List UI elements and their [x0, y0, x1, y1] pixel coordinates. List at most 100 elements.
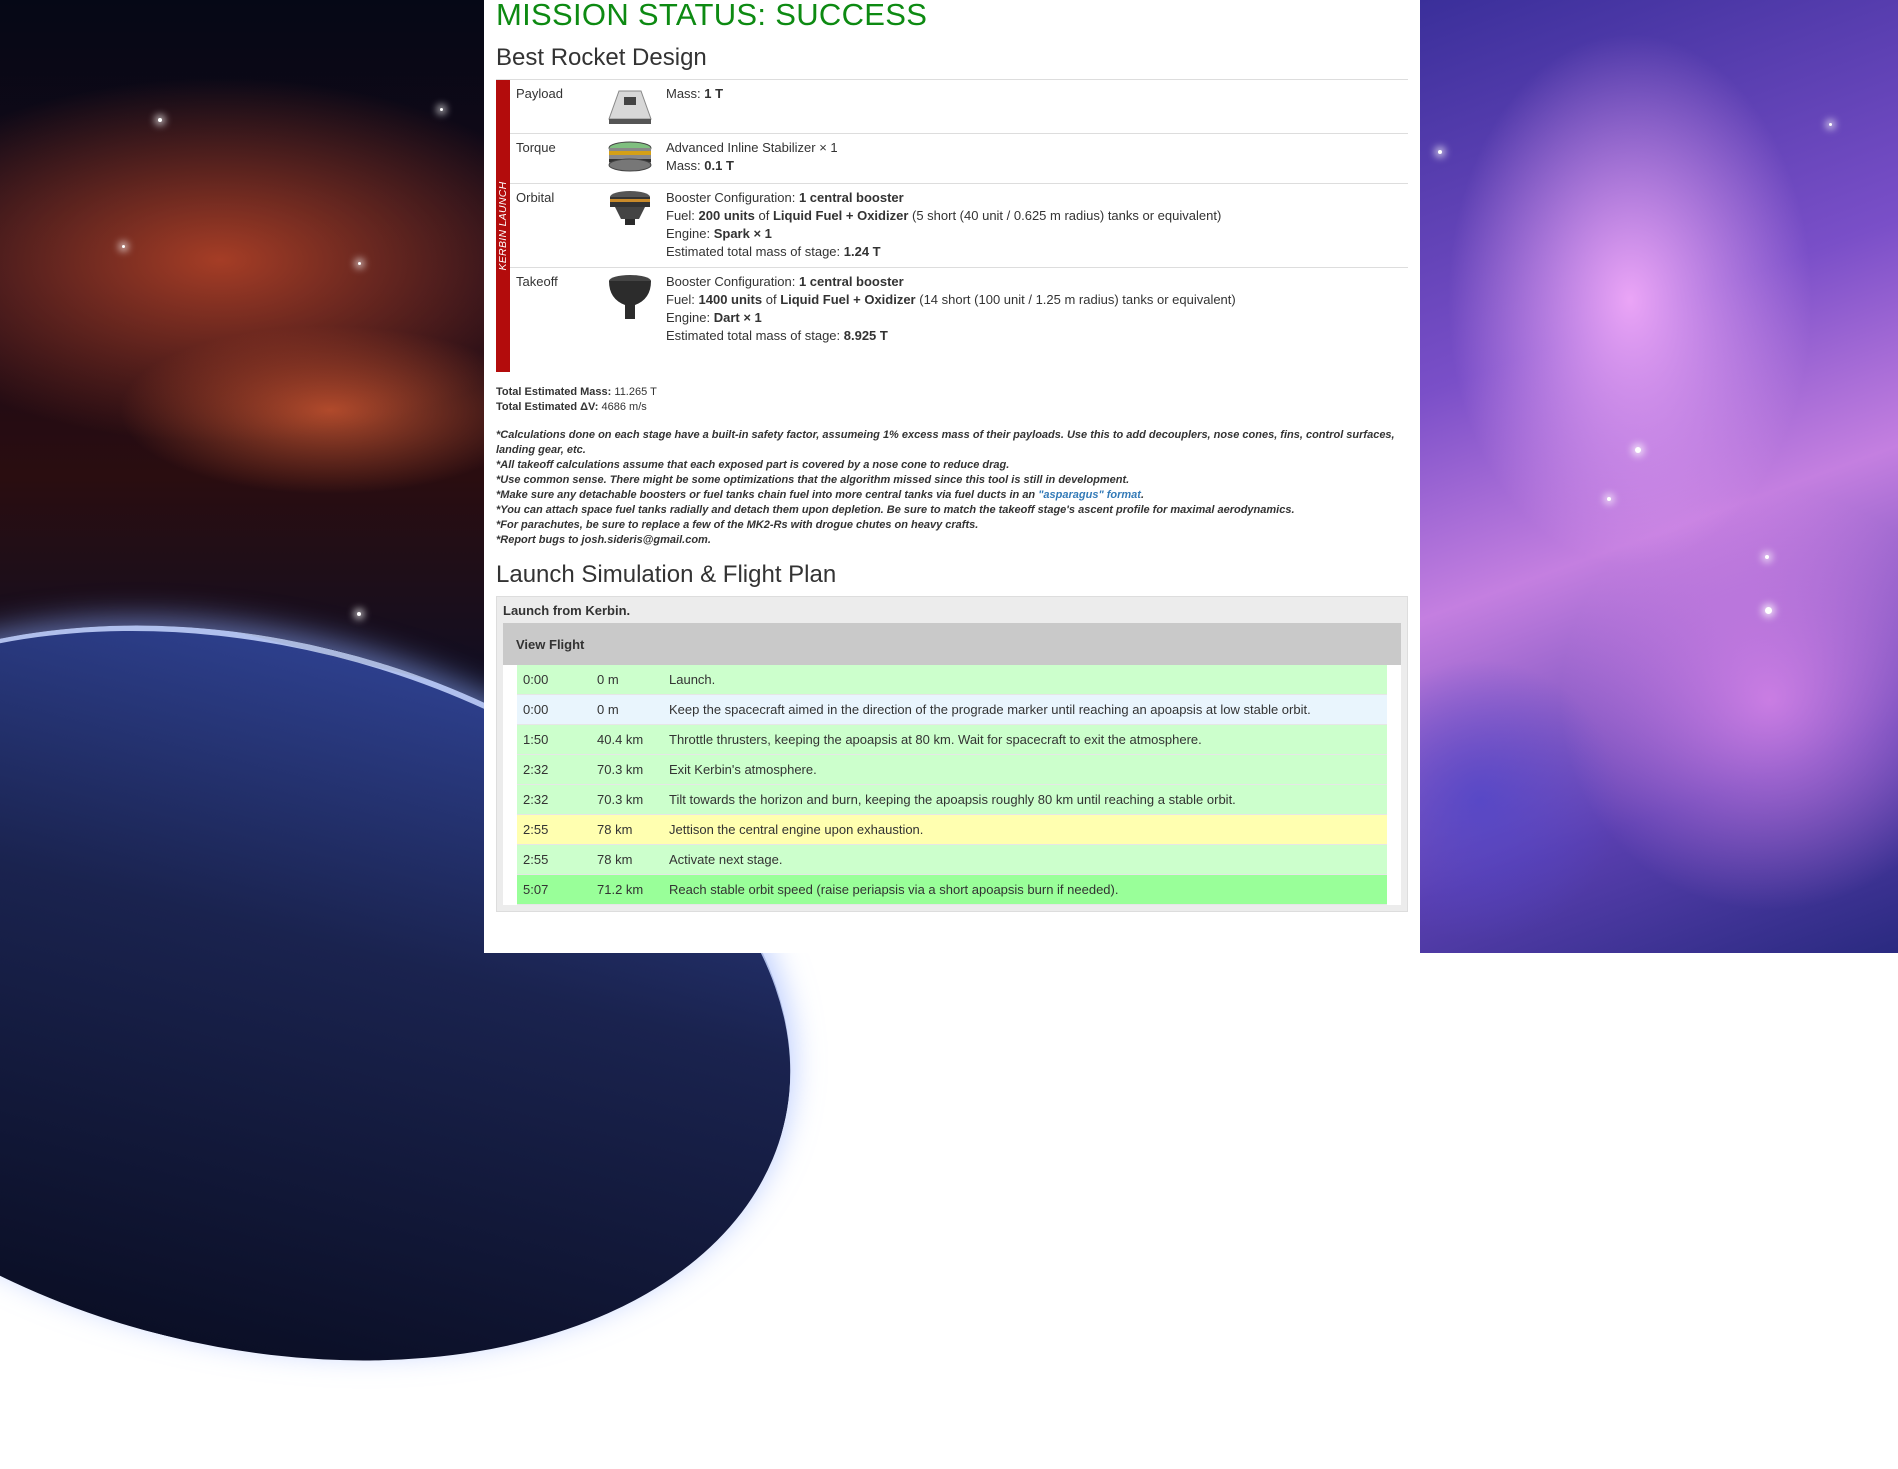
flight-panel-title: Launch from Kerbin. — [503, 603, 631, 618]
flight-panel: Launch from Kerbin. View Flight 0:00 0 m L… — [496, 596, 1408, 912]
mission-status-heading: MISSION STATUS: SUCCESS — [496, 0, 928, 32]
stage-info-line: Fuel: 200 units of Liquid Fuel + Oxidize… — [666, 207, 1408, 225]
flight-altitude: 70.3 km — [597, 762, 644, 777]
star — [1829, 123, 1832, 126]
flight-time: 2:55 — [523, 852, 549, 867]
stage-label: Estimated total mass of stage: — [666, 244, 844, 259]
stage-value: 0.1 T — [704, 158, 734, 173]
stage-label: (5 short (40 unit / 0.625 m radius) tank… — [908, 208, 1222, 223]
note-text: . — [1140, 489, 1145, 501]
total-mass-value: 11.265 T — [614, 386, 657, 398]
stage-label: of — [754, 208, 773, 223]
design-heading: Best Rocket Design — [496, 44, 707, 71]
stage-value: Dart × 1 — [713, 310, 762, 325]
stage-row-takeoff: Takeoff Booster Configuration: 1 central … — [510, 268, 1408, 351]
stage-row-torque: Torque Advanced Inline Stabilizer × 1 Mass… — [510, 134, 1408, 184]
stage-info-line: Engine: Dart × 1 — [666, 309, 1408, 327]
flight-step: Exit Kerbin's atmosphere. — [669, 762, 817, 777]
stage-value: 1 central booster — [798, 274, 904, 289]
star — [1607, 497, 1611, 501]
flight-altitude: 78 km — [597, 852, 633, 867]
flight-step: Reach stable orbit speed (raise periapsi… — [669, 882, 1119, 897]
stage-info: Booster Configuration: 1 central booster… — [666, 189, 1408, 261]
stage-value: Spark × 1 — [713, 226, 772, 241]
note-line: *You can attach space fuel tanks radiall… — [496, 504, 1295, 516]
stage-label: Booster Configuration: — [666, 274, 799, 289]
asparagus-link[interactable]: "asparagus" format — [1038, 489, 1141, 501]
flight-time: 2:32 — [523, 792, 549, 807]
flight-time: 0:00 — [523, 702, 549, 717]
stage-name: Payload — [516, 86, 563, 101]
flight-altitude: 40.4 km — [597, 732, 644, 747]
star — [358, 262, 361, 265]
flight-altitude: 71.2 km — [597, 882, 644, 897]
stabilizer-icon — [594, 139, 666, 177]
stage-value: 1 central booster — [798, 190, 904, 205]
space-background-left — [0, 0, 870, 1469]
stage-info-line: Fuel: 1400 units of Liquid Fuel + Oxidiz… — [666, 291, 1408, 309]
flight-row: 2:55 78 km Activate next stage. — [517, 845, 1387, 875]
flight-row: 0:00 0 m Keep the spacecraft aimed in the … — [517, 695, 1387, 725]
rocket-design-table: KERBIN LAUNCH Payload Mass: 1 T Torque Adva… — [496, 79, 1408, 372]
stage-label: Estimated total mass of stage: — [666, 328, 844, 343]
flight-heading: Launch Simulation & Flight Plan — [496, 561, 837, 588]
spark-engine-icon — [594, 189, 666, 261]
flight-step: Keep the spacecraft aimed in the directi… — [669, 702, 1311, 717]
stage-info-line: Estimated total mass of stage: 1.24 T — [666, 243, 1408, 261]
stage-value: Liquid Fuel + Oxidizer — [772, 208, 909, 223]
note-line: *Report bugs to josh.sideris@gmail.com. — [496, 534, 711, 546]
star — [1765, 555, 1769, 559]
flight-time: 2:32 — [523, 762, 549, 777]
star — [1635, 447, 1641, 453]
stage-label: Advanced Inline Stabilizer × 1 — [666, 140, 838, 155]
stage-label: Fuel: — [666, 208, 699, 223]
stage-label: of — [762, 292, 781, 307]
total-mass-label: Total Estimated Mass: — [496, 386, 612, 398]
stage-info-line: Booster Configuration: 1 central booster — [666, 189, 1408, 207]
flight-altitude: 0 m — [597, 702, 619, 717]
flight-step: Activate next stage. — [669, 852, 783, 867]
stage-row-orbital: Orbital Booster Configuration: 1 central … — [510, 184, 1408, 268]
stage-info-line: Mass: 1 T — [666, 85, 1408, 103]
flight-time: 1:50 — [523, 732, 549, 747]
stage-info: Advanced Inline Stabilizer × 1 Mass: 0.1 … — [666, 139, 1408, 177]
flight-time: 2:55 — [523, 822, 549, 837]
stage-name: Orbital — [516, 190, 555, 205]
stage-label: Engine: — [666, 310, 714, 325]
star — [158, 118, 162, 122]
stage-name: Takeoff — [516, 274, 558, 289]
note-line: *Make sure any detachable boosters or fu… — [496, 488, 1408, 503]
stage-value: Liquid Fuel + Oxidizer — [780, 292, 916, 307]
stage-info-line: Booster Configuration: 1 central booster — [666, 273, 1408, 291]
stage-value: 200 units — [698, 208, 755, 223]
stage-row-payload: Payload Mass: 1 T — [510, 80, 1408, 134]
flight-row: 0:00 0 m Launch. — [517, 665, 1387, 695]
flight-step: Launch. — [669, 672, 716, 687]
kerbin-launch-label: KERBIN LAUNCH — [497, 181, 509, 271]
total-dv-label: Total Estimated ΔV: — [496, 401, 599, 413]
flight-time: 5:07 — [523, 882, 549, 897]
stage-name: Torque — [516, 140, 556, 155]
star — [122, 245, 125, 248]
stage-info: Booster Configuration: 1 central booster… — [666, 273, 1408, 345]
stage-value: 8.925 T — [843, 328, 888, 343]
flight-row: 2:32 70.3 km Exit Kerbin's atmosphere. — [517, 755, 1387, 785]
stage-label: Engine: — [666, 226, 714, 241]
view-flight-toggle[interactable]: View Flight — [503, 623, 1401, 665]
stage-value: 1.24 T — [843, 244, 881, 259]
total-dv-value: 4686 m/s — [601, 401, 647, 413]
stage-value: 1 T — [704, 86, 724, 101]
stage-label: Fuel: — [666, 292, 699, 307]
star — [1438, 150, 1442, 154]
stage-label: (14 short (100 unit / 1.25 m radius) tan… — [915, 292, 1236, 307]
flight-row: 1:50 40.4 km Throttle thrusters, keeping t… — [517, 725, 1387, 755]
note-line: *All takeoff calculations assume that ea… — [496, 459, 1010, 471]
stage-label: Mass: — [666, 158, 705, 173]
flight-plan-table: 0:00 0 m Launch. 0:00 0 m Keep the spacecraft… — [503, 665, 1401, 905]
note-line: *Calculations done on each stage have a … — [496, 429, 1395, 456]
note-line: *Use common sense. There might be some o… — [496, 474, 1130, 486]
main-content: MISSION STATUS: SUCCESS Best Rocket Desi… — [484, 0, 1420, 953]
stage-value: 1400 units — [698, 292, 763, 307]
flight-row: 5:07 71.2 km Reach stable orbit speed (rai… — [517, 875, 1387, 905]
space-background-right — [1420, 0, 1898, 953]
